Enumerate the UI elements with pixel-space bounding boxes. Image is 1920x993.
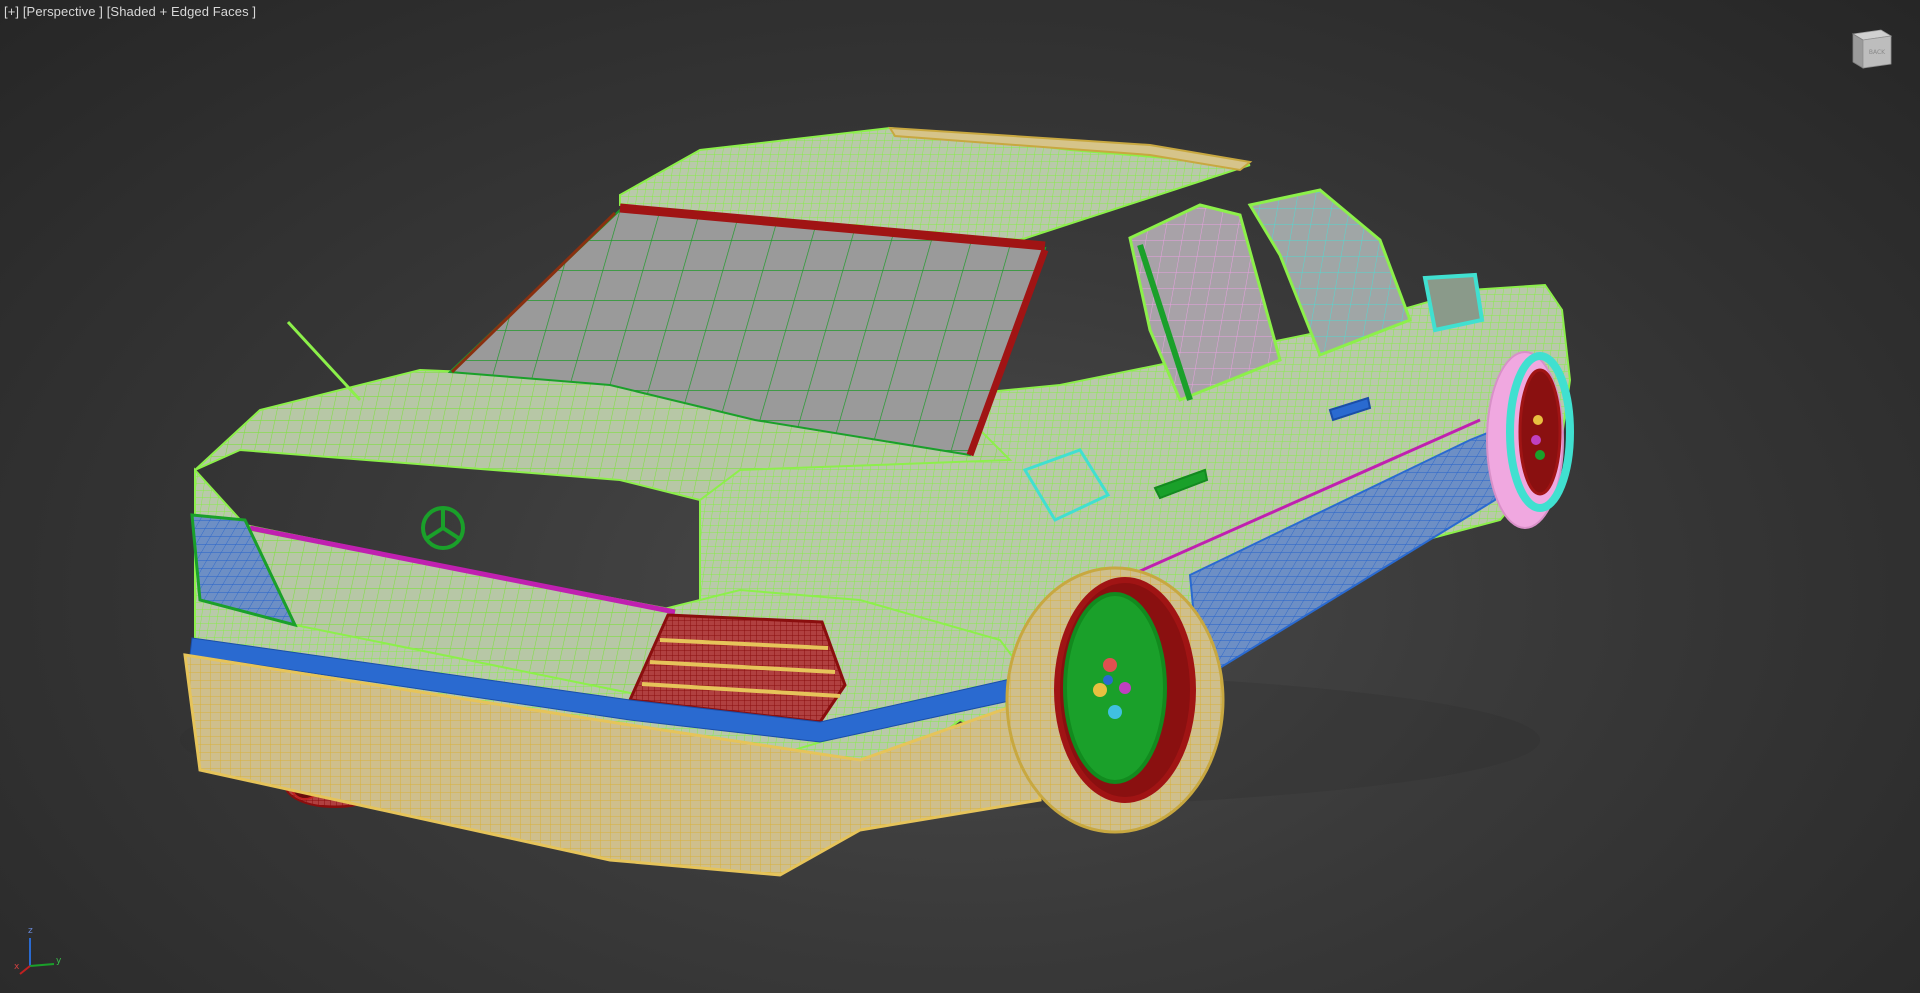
axis-z-label: z [28, 926, 33, 936]
axis-x-label: x [14, 962, 20, 972]
side-mirror[interactable] [1422, 272, 1485, 333]
antenna[interactable] [286, 320, 362, 402]
front-wheel[interactable] [1486, 351, 1574, 529]
axis-y-label: y [56, 956, 62, 966]
rear-wheel[interactable] [1005, 566, 1225, 834]
side-window-front[interactable] [1247, 188, 1412, 357]
mercedes-star-emblem[interactable] [421, 506, 465, 550]
axis-tripod-icon: z y x [12, 918, 72, 978]
viewport-scene[interactable] [0, 0, 1920, 993]
